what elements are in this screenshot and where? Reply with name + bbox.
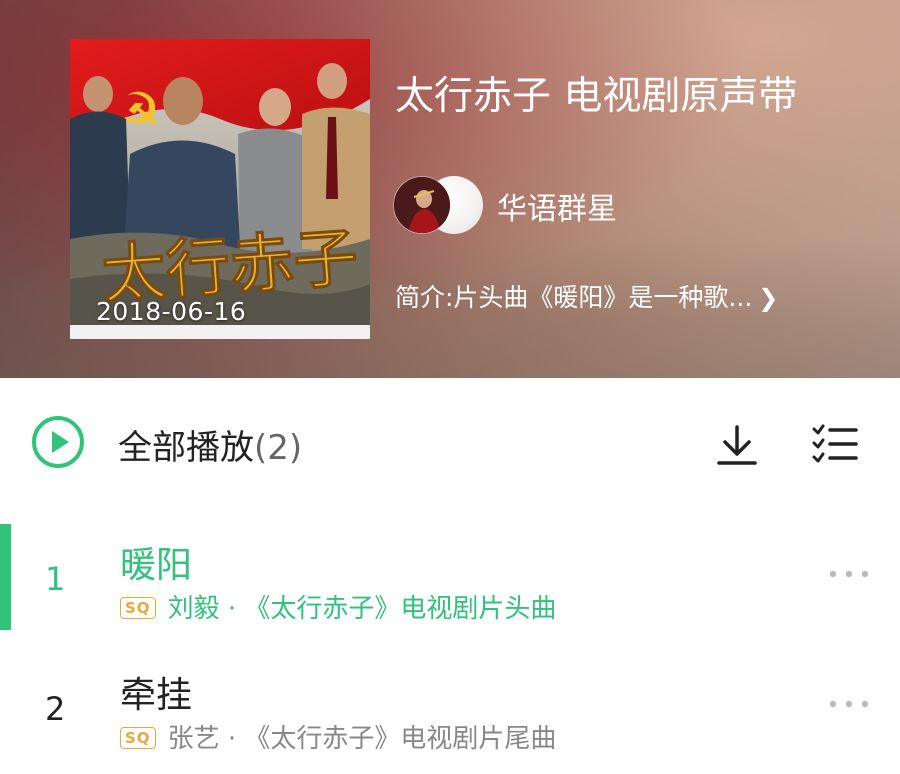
more-dots-icon[interactable] xyxy=(828,566,870,580)
album-intro-text: 简介:片头曲《暖阳》是一种歌... xyxy=(395,283,753,312)
album-cover-art: ☭ 太行赤子 xyxy=(70,39,370,339)
album-title: 太行赤子 电视剧原声带 xyxy=(395,74,798,119)
album-cover[interactable]: ☭ 太行赤子 2018-06-16 xyxy=(70,39,370,339)
track-title: 牵挂 xyxy=(120,675,193,716)
track-title: 暖阳 xyxy=(120,545,193,586)
track-index: 2 xyxy=(45,690,66,728)
download-icon[interactable] xyxy=(713,421,761,469)
track-artist-album: 刘毅 · 《太行赤子》电视剧片头曲 xyxy=(167,594,557,624)
list-checklist-icon[interactable] xyxy=(810,424,858,466)
sq-quality-badge: SQ xyxy=(120,727,156,749)
track-row[interactable]: 1 暖阳 SQ 刘毅 · 《太行赤子》电视剧片头曲 xyxy=(0,516,900,644)
artist-avatar[interactable] xyxy=(393,176,451,234)
chevron-right-icon: ❯ xyxy=(758,284,779,312)
track-meta: SQ 刘毅 · 《太行赤子》电视剧片头曲 xyxy=(120,588,556,625)
album-intro[interactable]: 简介:片头曲《暖阳》是一种歌... ❯ xyxy=(395,278,778,314)
artist-name[interactable]: 华语群星 xyxy=(497,184,617,228)
track-index: 1 xyxy=(45,560,66,598)
track-row[interactable]: 2 牵挂 SQ 张艺 · 《太行赤子》电视剧片尾曲 xyxy=(0,646,900,774)
more-dots-icon[interactable] xyxy=(828,696,870,710)
play-all-label: 全部播放 xyxy=(118,428,254,468)
play-all-button[interactable]: 全部播放(2) xyxy=(118,420,302,469)
release-date: 2018-06-16 xyxy=(96,297,247,326)
album-header: ☭ 太行赤子 2018-06-16 太行赤子 电视剧原声带 华语群星 简介:片头… xyxy=(0,0,900,378)
sq-quality-badge: SQ xyxy=(120,597,156,619)
track-meta: SQ 张艺 · 《太行赤子》电视剧片尾曲 xyxy=(120,718,556,755)
artist-avatar-image xyxy=(394,177,450,233)
play-all-count: (2) xyxy=(254,428,303,468)
now-playing-indicator xyxy=(0,524,11,630)
track-artist-album: 张艺 · 《太行赤子》电视剧片尾曲 xyxy=(167,724,557,754)
play-circle-icon[interactable] xyxy=(31,415,85,469)
